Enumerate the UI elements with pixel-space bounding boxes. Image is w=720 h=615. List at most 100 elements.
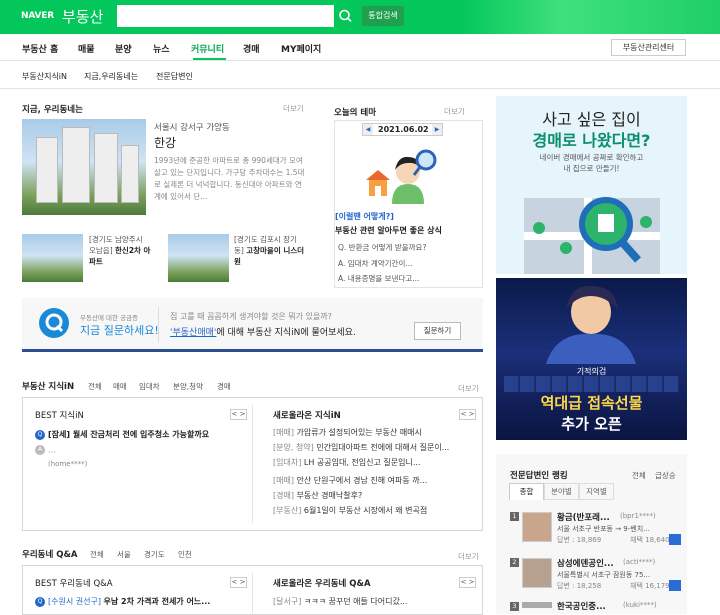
banner-line2: '부동산매매'에 대해 부동산 지식iN에 물어보세요.	[170, 325, 356, 338]
local-tab-gyeonggi[interactable]: 경기도	[144, 549, 165, 560]
lnb-experts[interactable]: 전문답변인	[156, 71, 193, 82]
ranking-tab-region[interactable]: 지역별	[579, 483, 614, 500]
local-tab-incheon[interactable]: 인천	[178, 549, 192, 560]
lnb-neighborhood[interactable]: 지금,우리동네는	[84, 71, 138, 82]
nav-community[interactable]: 커뮤니티	[191, 42, 224, 55]
nav-listings[interactable]: 매물	[78, 42, 95, 55]
expert-name[interactable]: 황금(반포래...	[557, 511, 610, 523]
expert-name[interactable]: 한국공인중...	[557, 600, 606, 612]
neighborhood-title: 지금, 우리동네는	[22, 105, 83, 115]
sub-apartment-2[interactable]: [경기도 김포시 장기동] 고창마을이 니스더원	[234, 234, 306, 267]
theme-title: 오늘의 테마	[334, 108, 377, 118]
kin-tab-trade[interactable]: 매매	[113, 381, 127, 392]
sub-apartment-photo-2[interactable]	[168, 234, 229, 282]
local-new-next[interactable]: >	[469, 578, 475, 586]
answer-badge-icon: A	[35, 445, 45, 455]
local-best-pager[interactable]: < >	[230, 577, 247, 588]
local-qa-more-link[interactable]: 더보기	[458, 551, 479, 562]
expert-avatar[interactable]	[522, 558, 552, 588]
integrated-search-button[interactable]: 통합검색	[362, 6, 404, 26]
kin-new-item[interactable]: [경매] 부동산 경매낙찰후?	[273, 490, 473, 501]
theme-item-2[interactable]: A. 임대차 계약기간이...	[338, 258, 483, 269]
theme-subhead[interactable]: 부동산 관련 알아두면 좋은 상식	[335, 225, 442, 236]
kin-tab-all[interactable]: 전체	[88, 381, 102, 392]
banner-line2-text: 에 대해 부동산 지식iN에 물어보세요.	[216, 328, 356, 338]
ad2-line2: 추가 오픈	[561, 415, 622, 433]
expert-name[interactable]: 삼성에덴공인...	[557, 557, 614, 569]
neighborhood-more-link[interactable]: 더보기	[283, 103, 304, 114]
kin-new-prev[interactable]: <	[461, 410, 467, 418]
date-next-button[interactable]: ▶	[432, 124, 442, 135]
kin-best-pager[interactable]: < >	[230, 409, 247, 420]
kin-best-question[interactable]: Q [잠세] 월세 잔금처리 전에 입주청소 가능할까요	[35, 429, 245, 440]
rank-number: 1	[510, 512, 519, 521]
kin-tab-presale[interactable]: 분양,청약	[173, 381, 203, 392]
local-best-prev[interactable]: <	[232, 578, 238, 586]
naver-logo[interactable]: NAVER	[21, 11, 54, 21]
question-badge-icon: Q	[35, 596, 45, 607]
nav-auction[interactable]: 경매	[243, 42, 260, 55]
kin-new-title: 새로올라온 지식iN	[273, 411, 341, 421]
local-tab-all[interactable]: 전체	[90, 549, 104, 560]
kin-tab-auction[interactable]: 경매	[217, 381, 231, 392]
date-prev-button[interactable]: ◀	[363, 124, 373, 135]
kin-best-next[interactable]: >	[240, 410, 246, 418]
expert-answers: 답변 : 18,869	[557, 536, 602, 544]
kin-new-item[interactable]: [임대차] LH 공공임대, 전입신고 질문입니...	[273, 457, 473, 468]
kin-new-item[interactable]: [분양, 청약] 민간임대아파트 전에에 대해서 질문이...	[273, 442, 473, 453]
local-tab-seoul[interactable]: 서울	[117, 549, 131, 560]
expert-avatar[interactable]	[522, 512, 552, 542]
search-input[interactable]	[117, 5, 333, 27]
sub-apartment-photo-1[interactable]	[22, 234, 83, 282]
theme-headline[interactable]: [이럴땐 어떻게?]	[335, 211, 394, 222]
ad1-line4: 내 집으로 만들기!	[563, 164, 620, 173]
nav-home[interactable]: 부동산 홈	[22, 42, 58, 55]
kin-tab-lease[interactable]: 임대차	[139, 381, 160, 392]
search-button[interactable]	[333, 5, 356, 27]
theme-item-1[interactable]: Q. 반환금 어떻게 받을까요?	[338, 242, 483, 253]
question-badge-icon: Q	[35, 429, 45, 440]
local-new-pager[interactable]: < >	[459, 577, 476, 588]
nav-news[interactable]: 뉴스	[153, 42, 170, 55]
local-best-next[interactable]: >	[240, 578, 246, 586]
kin-best-author: (home****)	[48, 460, 88, 468]
local-best-title: BEST 우리동네 Q&A	[35, 579, 113, 589]
banner-divider	[158, 307, 159, 343]
theme-item-3[interactable]: A. 내용증명을 보낸다고...	[338, 273, 483, 284]
theme-illustration	[366, 149, 437, 204]
sub-apartment-1[interactable]: [경기도 남양주시 오남읍] 한신2차 아파트	[89, 234, 151, 267]
expert-office: 서울특별시 서초구 잠원동 75...	[557, 571, 651, 579]
auction-ad-banner[interactable]: 사고 싶은 집이 경매로 나왔다면? 네이버 경매에서 공짜로 확인하고 내 집…	[496, 96, 687, 274]
kin-new-item[interactable]: [매매] 가압류가 설정되어있는 부동산 매매시	[273, 427, 473, 438]
kin-new-item[interactable]: [매매] 안산 단원구에서 경남 진해 여파동 까...	[273, 475, 473, 486]
nav-mypage[interactable]: MY페이지	[281, 42, 321, 55]
nav-presale[interactable]: 분양	[115, 42, 132, 55]
ranking-filter-rising[interactable]: 급상승	[655, 470, 676, 481]
apartment-name[interactable]: 한강	[154, 134, 176, 151]
theme-more-link[interactable]: 더보기	[444, 106, 465, 117]
game-ad-banner[interactable]: 기적의검 역대급 접속선물 추가 오픈	[496, 278, 687, 440]
expert-avatar[interactable]	[522, 602, 552, 608]
management-center-button[interactable]: 부동산관리센터	[611, 39, 686, 56]
banner-keyword[interactable]: '부동산매매'	[170, 328, 216, 338]
theme-date: 2021.06.02	[378, 125, 429, 134]
ranking-tab-field[interactable]: 분야별	[544, 483, 579, 500]
rank-number: 3	[510, 602, 519, 611]
kin-new-pager[interactable]: < >	[459, 409, 476, 420]
lnb-knowledge-in[interactable]: 부동산지식iN	[22, 71, 67, 82]
local-new-item[interactable]: [달서구] ㅋㅋㅋ 꿈꾸던 애들 다어디갔...	[273, 596, 473, 607]
kin-best-answer[interactable]: A...	[35, 445, 245, 455]
local-qa-divider	[252, 573, 253, 613]
apartment-photo[interactable]	[22, 119, 146, 215]
ranking-tab-overall[interactable]: 종합	[509, 483, 544, 500]
kin-more-link[interactable]: 더보기	[458, 383, 479, 394]
service-logo[interactable]: 부동산	[62, 6, 103, 27]
ask-question-button[interactable]: 질문하기	[414, 322, 461, 340]
local-new-prev[interactable]: <	[461, 578, 467, 586]
local-best-question[interactable]: Q [수원시 권선구] 우남 2차 가격과 전세가 어느...	[35, 596, 245, 607]
local-new-title: 새로올라온 우리동네 Q&A	[273, 579, 371, 589]
kin-best-prev[interactable]: <	[232, 410, 238, 418]
kin-new-item[interactable]: [부동산] 6월1일이 부동산 시장에서 왜 변곡점	[273, 505, 473, 516]
kin-new-next[interactable]: >	[469, 410, 475, 418]
ranking-filter-all[interactable]: 전체	[632, 470, 646, 481]
